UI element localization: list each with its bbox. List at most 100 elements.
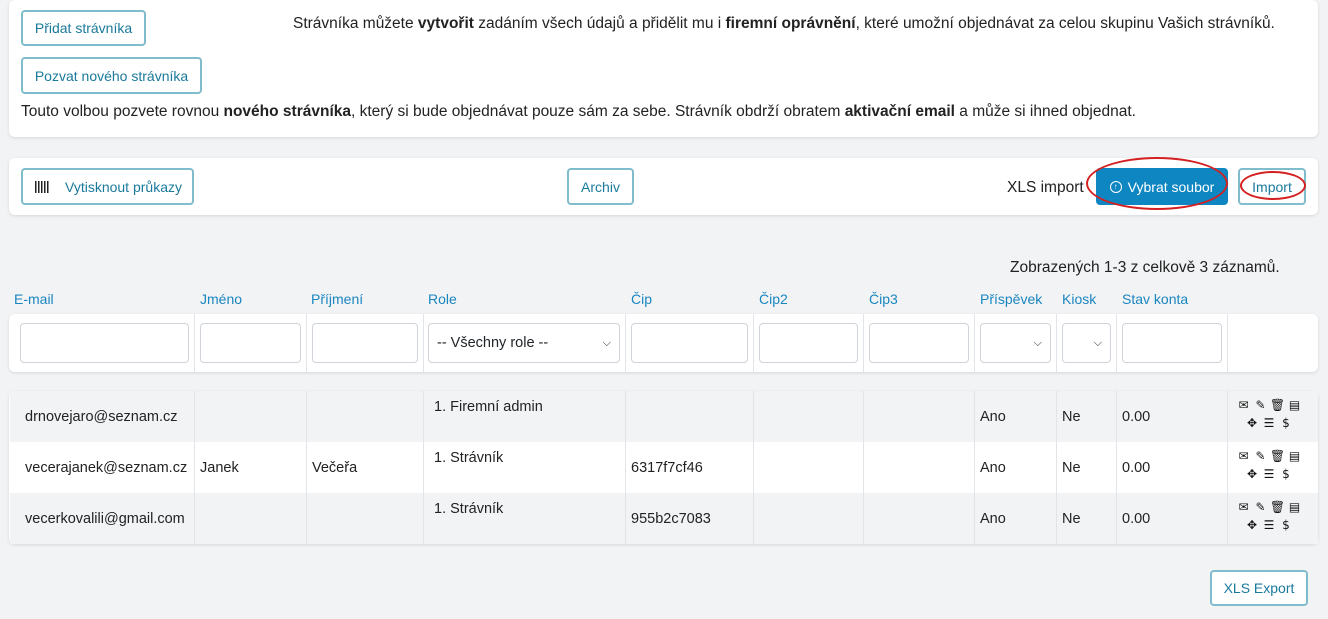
- table-divider: [1056, 391, 1057, 544]
- trash-icon[interactable]: 🗑: [1269, 396, 1286, 414]
- cell-email: vecerajanek@seznam.cz: [25, 460, 188, 476]
- cell-email: vecerkovalili@gmail.com: [25, 511, 185, 527]
- xls-export-button[interactable]: XLS Export: [1210, 570, 1308, 606]
- cell-balance: 0.00: [1122, 511, 1151, 527]
- choose-file-button[interactable]: ↑ Vybrat soubor: [1096, 168, 1228, 205]
- column-header-chip[interactable]: Čip: [631, 291, 652, 307]
- cell-contribution: Ano: [980, 409, 1006, 425]
- chevron-down-icon: ⌵: [1093, 336, 1102, 349]
- chevron-down-icon: ⌵: [1033, 336, 1042, 349]
- dollar-icon[interactable]: $: [1278, 414, 1295, 432]
- filter-divider: [1227, 314, 1228, 372]
- last-name-filter-input[interactable]: [312, 323, 418, 363]
- dollar-icon[interactable]: $: [1278, 516, 1295, 534]
- filter-divider: [753, 314, 754, 372]
- filter-divider: [1116, 314, 1117, 372]
- archive-button[interactable]: Archiv: [567, 168, 634, 205]
- table-divider: [974, 391, 975, 544]
- invite-diner-button[interactable]: Pozvat nového strávníka: [21, 57, 202, 94]
- filter-divider: [1056, 314, 1057, 372]
- cell-kiosk: Ne: [1062, 511, 1081, 527]
- dollar-icon[interactable]: $: [1278, 465, 1295, 483]
- column-header-chip2[interactable]: Čip2: [759, 291, 788, 307]
- menu-icon[interactable]: ☰: [1261, 465, 1278, 483]
- cell-kiosk: Ne: [1062, 460, 1081, 476]
- row-actions: ✉ ✎ 🗑 ▤ ✥ ☰ $: [1229, 396, 1309, 432]
- barcode-icon: [35, 180, 49, 193]
- cell-kiosk: Ne: [1062, 409, 1081, 425]
- row-actions: ✉ ✎ 🗑 ▤ ✥ ☰ $: [1229, 498, 1309, 534]
- list-icon[interactable]: ▤: [1286, 396, 1303, 414]
- menu-icon[interactable]: ☰: [1261, 414, 1278, 432]
- xls-import-label: XLS import: [1007, 179, 1084, 196]
- table-divider: [1227, 391, 1228, 544]
- column-header-first-name[interactable]: Jméno: [200, 291, 242, 307]
- cell-last-name: Večeřa: [312, 460, 358, 476]
- add-diner-button[interactable]: Přidat strávníka: [21, 10, 146, 46]
- column-header-role[interactable]: Role: [428, 291, 457, 307]
- column-header-kiosk[interactable]: Kiosk: [1062, 291, 1096, 307]
- cell-contribution: Ano: [980, 511, 1006, 527]
- table-divider: [625, 391, 626, 544]
- filter-divider: [194, 314, 195, 372]
- email-filter-input[interactable]: [20, 323, 189, 363]
- envelope-icon[interactable]: ✉: [1235, 498, 1252, 516]
- invite-diner-info: Touto volbou pozvete rovnou nového stráv…: [21, 103, 1136, 120]
- cell-balance: 0.00: [1122, 409, 1151, 425]
- chevron-down-icon: ⌵: [602, 336, 611, 349]
- table-divider: [194, 391, 195, 544]
- upload-circle-icon: ↑: [1109, 180, 1122, 193]
- cell-role: 1. Strávník: [434, 501, 504, 517]
- move-icon[interactable]: ✥: [1244, 465, 1261, 483]
- pencil-icon[interactable]: ✎: [1252, 396, 1269, 414]
- print-cards-label: Vytisknout průkazy: [65, 178, 182, 195]
- table-divider: [753, 391, 754, 544]
- column-header-email[interactable]: E-mail: [14, 291, 54, 307]
- envelope-icon[interactable]: ✉: [1235, 447, 1252, 465]
- column-header-balance[interactable]: Stav konta: [1122, 291, 1188, 307]
- list-icon[interactable]: ▤: [1286, 498, 1303, 516]
- role-filter-select[interactable]: -- Všechny role -- ⌵: [428, 323, 620, 363]
- first-name-filter-input[interactable]: [200, 323, 301, 363]
- add-diner-info: Strávníka můžete vytvořit zadáním všech …: [293, 15, 1275, 32]
- list-icon[interactable]: ▤: [1286, 447, 1303, 465]
- balance-filter-input[interactable]: [1122, 323, 1222, 363]
- filter-divider: [625, 314, 626, 372]
- filter-divider: [306, 314, 307, 372]
- chip2-filter-input[interactable]: [759, 323, 858, 363]
- cell-role: 1. Firemní admin: [434, 399, 543, 415]
- contribution-filter-select[interactable]: ⌵: [980, 323, 1051, 363]
- column-header-last-name[interactable]: Příjmení: [311, 291, 363, 307]
- table-divider: [306, 391, 307, 544]
- filter-divider: [974, 314, 975, 372]
- cell-balance: 0.00: [1122, 460, 1151, 476]
- table-divider: [863, 391, 864, 544]
- table-divider: [423, 391, 424, 544]
- chip3-filter-input[interactable]: [869, 323, 969, 363]
- filter-divider: [863, 314, 864, 372]
- cell-chip: 6317f7cf46: [631, 460, 703, 476]
- role-filter-value: -- Všechny role --: [437, 335, 549, 351]
- pencil-icon[interactable]: ✎: [1252, 447, 1269, 465]
- column-header-contribution[interactable]: Příspěvek: [980, 291, 1042, 307]
- envelope-icon[interactable]: ✉: [1235, 396, 1252, 414]
- menu-icon[interactable]: ☰: [1261, 516, 1278, 534]
- filter-divider: [423, 314, 424, 372]
- table-divider: [1116, 391, 1117, 544]
- row-actions: ✉ ✎ 🗑 ▤ ✥ ☰ $: [1229, 447, 1309, 483]
- chip-filter-input[interactable]: [631, 323, 748, 363]
- cell-chip: 955b2c7083: [631, 511, 711, 527]
- column-header-chip3[interactable]: Čip3: [869, 291, 898, 307]
- move-icon[interactable]: ✥: [1244, 516, 1261, 534]
- kiosk-filter-select[interactable]: ⌵: [1062, 323, 1111, 363]
- cell-contribution: Ano: [980, 460, 1006, 476]
- cell-email: drnovejaro@seznam.cz: [25, 409, 178, 425]
- trash-icon[interactable]: 🗑: [1269, 447, 1286, 465]
- import-button[interactable]: Import: [1238, 168, 1306, 205]
- pencil-icon[interactable]: ✎: [1252, 498, 1269, 516]
- move-icon[interactable]: ✥: [1244, 414, 1261, 432]
- records-summary: Zobrazených 1-3 z celkově 3 záznamů.: [1010, 259, 1280, 276]
- cell-role: 1. Strávník: [434, 450, 504, 466]
- trash-icon[interactable]: 🗑: [1269, 498, 1286, 516]
- print-cards-button[interactable]: Vytisknout průkazy: [21, 168, 194, 205]
